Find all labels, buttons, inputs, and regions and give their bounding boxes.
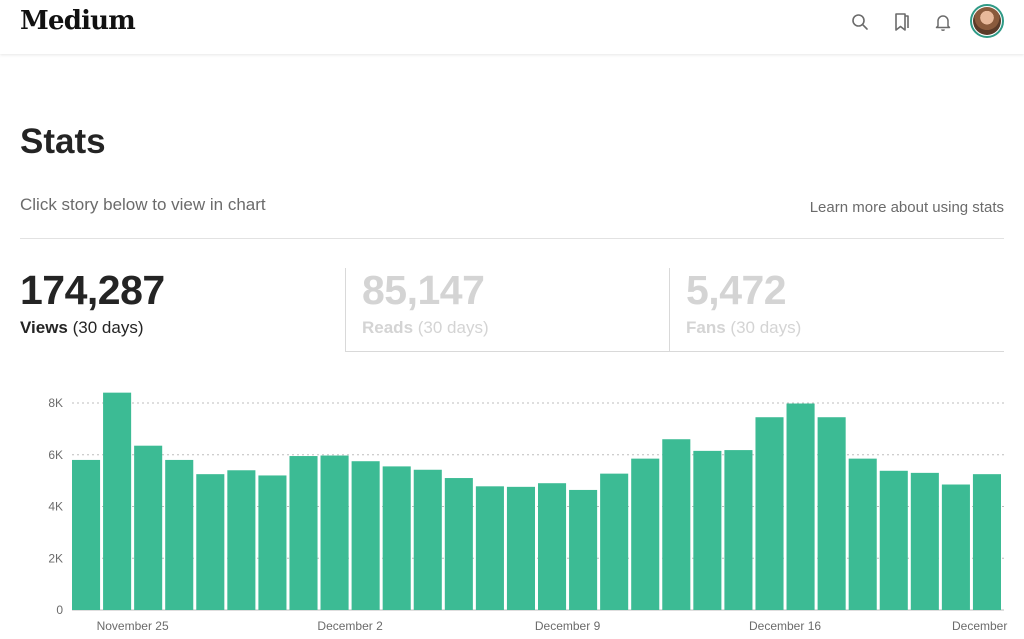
chart-bar[interactable] [351, 461, 380, 610]
chart-bar[interactable] [506, 486, 535, 610]
page-subtitle: Click story below to view in chart [20, 195, 266, 214]
learn-more-link[interactable]: Learn more about using stats [810, 199, 1004, 216]
chart-bar[interactable] [538, 483, 567, 610]
chart-bar[interactable] [569, 489, 598, 610]
header-divider [20, 238, 1004, 239]
stat-tab-reads[interactable]: 85,147 Reads (30 days) [345, 268, 669, 352]
chart-bar[interactable] [631, 458, 660, 610]
chart-bar[interactable] [227, 470, 256, 610]
top-navigation-bar: Medium [0, 0, 1024, 54]
chart-bar[interactable] [72, 459, 101, 610]
x-date-label: December [952, 619, 1007, 633]
fans-label-name: Fans [686, 318, 726, 337]
chart-bar[interactable] [165, 459, 194, 610]
x-axis-labels: November 25 December 2 December 9 December … [97, 619, 1008, 633]
reads-label: Reads (30 days) [362, 318, 669, 338]
avatar-image [973, 7, 1001, 35]
chart-bar[interactable] [848, 458, 877, 610]
y-tick-label: 0 [56, 603, 63, 617]
y-tick-label: 2K [48, 551, 63, 565]
y-axis-labels: 0 2K 4K 6K 8K [48, 396, 63, 617]
chart-bar[interactable] [662, 439, 691, 610]
chart-bar[interactable] [382, 466, 411, 610]
chart-bar[interactable] [786, 403, 815, 610]
x-date-label: November 25 [97, 619, 169, 633]
stat-tab-fans[interactable]: 5,472 Fans (30 days) [669, 268, 1004, 352]
search-icon[interactable] [849, 11, 871, 33]
y-tick-label: 6K [48, 448, 63, 462]
bookmarks-icon[interactable] [891, 11, 913, 33]
chart-bar[interactable] [134, 445, 163, 610]
fans-value: 5,472 [686, 267, 787, 313]
medium-logo[interactable]: Medium [20, 6, 136, 36]
chart-bar[interactable] [444, 478, 473, 610]
reads-label-name: Reads [362, 318, 414, 337]
x-date-label: December 9 [535, 619, 601, 633]
y-tick-label: 4K [48, 500, 63, 514]
chart-bar[interactable] [289, 456, 318, 610]
x-date-label: December 16 [749, 619, 821, 633]
views-value: 174,287 [20, 267, 165, 313]
fans-label: Fans (30 days) [686, 318, 1004, 338]
chart-bar[interactable] [879, 470, 908, 610]
chart-bar[interactable] [972, 474, 1001, 610]
reads-period: (30 days) [417, 318, 489, 337]
x-date-label: December 2 [317, 619, 383, 633]
chart-bar[interactable] [817, 417, 846, 610]
chart-bar[interactable] [724, 450, 753, 610]
page-title: Stats [20, 122, 106, 161]
views-period: (30 days) [72, 318, 144, 337]
chart-bars [72, 392, 1001, 610]
chart-bar[interactable] [600, 473, 629, 610]
chart-bar[interactable] [755, 417, 784, 610]
stat-tab-views[interactable]: 174,287 Views (30 days) [20, 268, 345, 352]
notifications-icon[interactable] [932, 11, 954, 33]
fans-period: (30 days) [730, 318, 802, 337]
chart-bar[interactable] [475, 486, 504, 610]
chart-bar[interactable] [413, 469, 442, 610]
views-label-name: Views [20, 318, 68, 337]
chart-bar[interactable] [941, 484, 970, 610]
chart-bar[interactable] [196, 474, 225, 610]
views-label: Views (30 days) [20, 318, 345, 338]
views-bar-chart: 0 2K 4K 6K 8K November 25 December 2 December … [48, 392, 1008, 633]
chart-bar[interactable] [320, 455, 349, 610]
chart-bar[interactable] [910, 472, 939, 610]
chart-bar[interactable] [258, 475, 287, 610]
chart-bar[interactable] [693, 450, 722, 610]
y-tick-label: 8K [48, 396, 63, 410]
reads-value: 85,147 [362, 267, 485, 313]
user-avatar[interactable] [970, 4, 1004, 38]
chart-bar[interactable] [103, 392, 132, 610]
